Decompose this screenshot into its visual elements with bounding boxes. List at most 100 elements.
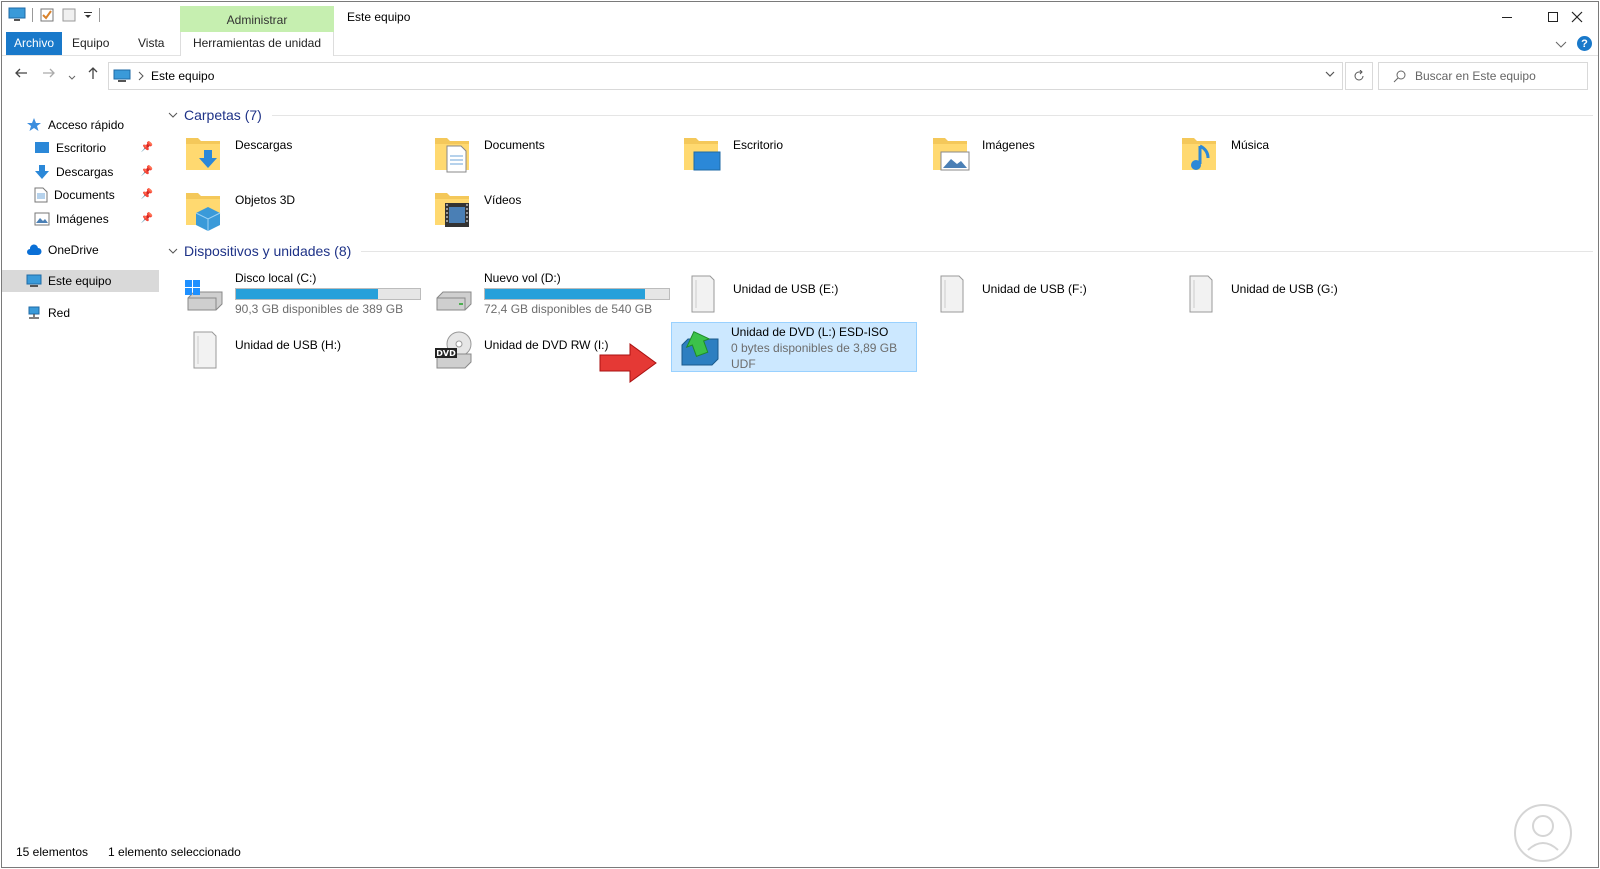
search-box[interactable]: Buscar en Este equipo bbox=[1378, 62, 1588, 90]
folder-tile[interactable]: Descargas bbox=[176, 130, 422, 180]
hard-drive-icon bbox=[436, 291, 472, 311]
sidebar-item-label: Este equipo bbox=[48, 274, 112, 288]
properties-icon[interactable] bbox=[39, 7, 55, 23]
pin-icon[interactable]: 📌 bbox=[141, 213, 153, 224]
address-bar[interactable]: Este equipo bbox=[108, 62, 1343, 90]
context-tab-group-header: Administrar bbox=[180, 6, 334, 32]
dvd-label-text: DVD bbox=[436, 349, 456, 358]
download-icon bbox=[35, 165, 49, 179]
tab-archivo[interactable]: Archivo bbox=[6, 32, 63, 55]
sidebar-item-label: Descargas bbox=[56, 165, 114, 179]
folder-tile[interactable]: Documents bbox=[425, 130, 671, 180]
up-button[interactable] bbox=[86, 66, 100, 83]
tile-label: Unidad de DVD RW (I:) bbox=[484, 338, 609, 352]
arrow-left-icon bbox=[15, 68, 27, 78]
drive-tile-e[interactable]: Unidad de USB (E:) bbox=[674, 268, 920, 318]
computer-icon bbox=[8, 7, 26, 21]
pin-icon[interactable]: 📌 bbox=[141, 166, 153, 177]
group-header-dispositivos[interactable]: Dispositivos y unidades (8) bbox=[168, 241, 1593, 261]
sidebar-item-escritorio[interactable]: Escritorio 📌 bbox=[2, 137, 159, 159]
sidebar-item-este-equipo[interactable]: Este equipo bbox=[2, 270, 159, 292]
group-header-carpetas[interactable]: Carpetas (7) bbox=[168, 105, 1593, 125]
sidebar-item-documents[interactable]: Documents 📌 bbox=[2, 184, 159, 206]
drive-tile-f[interactable]: Unidad de USB (F:) bbox=[923, 268, 1169, 318]
3d-objects-folder-icon bbox=[186, 193, 221, 231]
drive-tile-d[interactable]: Nuevo vol (D:) 72,4 GB disponibles de 54… bbox=[425, 268, 671, 318]
selection-count: 1 elemento seleccionado bbox=[108, 845, 241, 859]
documents-folder-icon bbox=[435, 138, 469, 173]
document-icon bbox=[34, 187, 48, 203]
tile-label: Disco local (C:) bbox=[235, 271, 317, 285]
tile-label: Unidad de USB (H:) bbox=[235, 338, 342, 352]
usb-drive-icon bbox=[193, 331, 217, 369]
windows-drive-icon bbox=[185, 280, 223, 311]
qat-separator bbox=[32, 8, 33, 22]
sidebar-item-descargas[interactable]: Descargas 📌 bbox=[2, 161, 159, 183]
desktop-folder-icon bbox=[684, 138, 721, 171]
drive-tile-h[interactable]: Unidad de USB (H:) bbox=[176, 324, 422, 374]
close-button[interactable] bbox=[1554, 2, 1600, 32]
tile-label: Nuevo vol (D:) bbox=[484, 271, 561, 285]
chevron-down-icon bbox=[168, 248, 178, 254]
group-divider bbox=[361, 250, 1593, 252]
sidebar-item-acceso-rapido[interactable]: Acceso rápido bbox=[2, 114, 159, 136]
sidebar-item-label: Acceso rápido bbox=[48, 118, 125, 132]
annotation-arrow-icon bbox=[599, 343, 657, 383]
tile-label: Documents bbox=[484, 138, 545, 152]
tab-equipo[interactable]: Equipo bbox=[62, 32, 119, 55]
chevron-down-icon bbox=[168, 112, 178, 118]
sidebar-item-imagenes[interactable]: Imágenes 📌 bbox=[2, 208, 159, 230]
ribbon-tabs: Archivo Equipo Vista Herramientas de uni… bbox=[2, 32, 1598, 56]
breadcrumb-este-equipo[interactable]: Este equipo bbox=[151, 69, 214, 83]
refresh-button[interactable] bbox=[1345, 62, 1373, 90]
drive-free-space: 72,4 GB disponibles de 540 GB bbox=[484, 302, 653, 316]
drive-usage-bar bbox=[235, 288, 421, 300]
forward-button[interactable] bbox=[42, 66, 56, 83]
folder-tile[interactable]: Música bbox=[1172, 130, 1418, 180]
drive-free-space: 90,3 GB disponibles de 389 GB bbox=[235, 302, 404, 316]
new-folder-icon[interactable] bbox=[61, 7, 77, 23]
address-history-chevron-icon[interactable] bbox=[1324, 69, 1336, 79]
group-title: Carpetas (7) bbox=[184, 107, 262, 123]
pin-icon[interactable]: 📌 bbox=[141, 142, 153, 153]
help-icon[interactable]: ? bbox=[1577, 36, 1592, 51]
folder-tile[interactable]: Imágenes bbox=[923, 130, 1169, 180]
tab-herramientas-de-unidad[interactable]: Herramientas de unidad bbox=[180, 32, 334, 56]
quick-access-toolbar bbox=[8, 7, 100, 23]
folder-tile[interactable]: Objetos 3D bbox=[176, 185, 422, 235]
tile-label: Unidad de USB (G:) bbox=[1231, 282, 1338, 296]
sidebar-item-label: Red bbox=[48, 306, 71, 320]
folder-tile[interactable]: Vídeos bbox=[425, 185, 671, 235]
drive-tile-g[interactable]: Unidad de USB (G:) bbox=[1172, 268, 1418, 318]
usb-drive-icon bbox=[940, 275, 964, 313]
music-folder-icon bbox=[1182, 138, 1216, 170]
tab-vista[interactable]: Vista bbox=[128, 32, 174, 55]
sidebar-item-label: Documents bbox=[54, 188, 115, 202]
close-icon bbox=[1571, 11, 1583, 23]
folder-tile[interactable]: Escritorio bbox=[674, 130, 920, 180]
usb-drive-icon bbox=[1189, 275, 1213, 313]
back-button[interactable] bbox=[14, 66, 28, 83]
expand-ribbon-icon[interactable] bbox=[1555, 39, 1567, 49]
search-input[interactable]: Buscar en Este equipo bbox=[1415, 69, 1536, 83]
qat-separator bbox=[99, 8, 100, 22]
videos-folder-icon bbox=[435, 193, 469, 227]
recent-locations-button[interactable] bbox=[68, 69, 76, 85]
sidebar-item-onedrive[interactable]: OneDrive bbox=[2, 239, 159, 261]
minimize-button[interactable] bbox=[1484, 2, 1530, 32]
sidebar-item-red[interactable]: Red bbox=[2, 302, 159, 324]
pictures-folder-icon bbox=[933, 138, 970, 171]
tile-label: Unidad de DVD (L:) ESD-ISO bbox=[731, 325, 889, 339]
ribbon-right-controls: ? bbox=[1555, 36, 1592, 51]
customize-qat-icon[interactable] bbox=[83, 7, 93, 23]
usb-drive-icon bbox=[691, 275, 715, 313]
drive-tile-l[interactable]: Unidad de DVD (L:) ESD-ISO 0 bytes dispo… bbox=[671, 322, 917, 372]
breadcrumb-separator-icon[interactable] bbox=[137, 71, 145, 81]
downloads-folder-icon bbox=[186, 138, 220, 170]
pin-icon[interactable]: 📌 bbox=[141, 189, 153, 200]
drive-tile-c[interactable]: Disco local (C:) 90,3 GB disponibles de … bbox=[176, 268, 422, 318]
chevron-down-icon bbox=[68, 75, 76, 80]
group-title: Dispositivos y unidades (8) bbox=[184, 243, 352, 259]
navigation-pane: Acceso rápido Escritorio 📌 Descargas 📌 D… bbox=[2, 102, 160, 832]
arrow-right-icon bbox=[43, 68, 55, 78]
